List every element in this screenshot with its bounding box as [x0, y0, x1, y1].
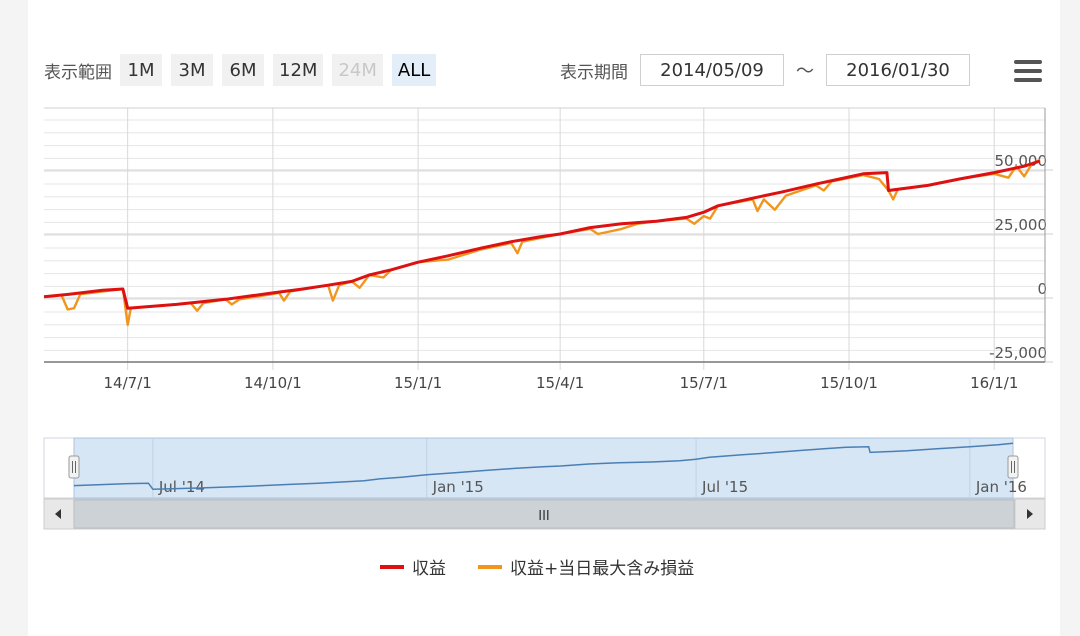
range-button-3m[interactable]: 3M — [171, 54, 213, 86]
navigator-tick-label: Jul '15 — [701, 478, 748, 496]
chevron-left-icon — [55, 509, 61, 519]
navigator-tick-label: Jul '14 — [158, 478, 205, 496]
x-tick-label: 14/10/1 — [244, 374, 302, 392]
y-tick-label: -25,000 — [989, 344, 1047, 362]
scrollbar-thumb[interactable] — [73, 499, 1015, 529]
range-button-12m[interactable]: 12M — [273, 54, 324, 86]
period-from-input[interactable]: 2014/05/09 — [640, 54, 784, 86]
x-tick-label: 15/1/1 — [394, 374, 442, 392]
navigator-tick-label: Jan '15 — [432, 478, 484, 496]
period-selector: 表示期間 2014/05/09 ～ 2016/01/30 — [560, 52, 970, 88]
navigator-selected-range[interactable] — [73, 437, 1014, 499]
series-line-profit-with-dd — [43, 158, 1041, 327]
scrollbar-left-button[interactable] — [43, 498, 75, 530]
chart-axes: 50,000 25,000 0 -25,000 14/7/1 14/10/1 15/1/1 1… — [44, 107, 1048, 392]
chart-grid — [44, 108, 1053, 370]
period-to-input[interactable]: 2016/01/30 — [826, 54, 970, 86]
x-tick-label: 15/10/1 — [820, 374, 878, 392]
range-selector-label: 表示範囲 — [44, 62, 112, 83]
range-button-1m[interactable]: 1M — [120, 54, 162, 86]
legend-item-profit[interactable]: 収益 — [380, 554, 446, 579]
range-selector: 表示範囲 1M 3M 6M 12M 24M ALL — [44, 52, 445, 88]
series-line-profit — [43, 159, 1041, 310]
navigator-right-handle[interactable] — [1007, 455, 1019, 479]
navigator-background — [43, 437, 1046, 499]
scrollbar-track[interactable] — [43, 498, 1046, 530]
legend-label-profit-with-dd: 収益+当日最大含み損益 — [510, 559, 695, 579]
y-tick-label: 25,000 — [995, 216, 1048, 234]
y-tick-label: 0 — [1037, 280, 1047, 298]
profit-chart: 50,000 25,000 0 -25,000 14/7/1 14/10/1 15/1/1 1… — [43, 107, 1053, 530]
period-separator: ～ — [796, 61, 814, 82]
x-tick-label: 14/7/1 — [104, 374, 152, 392]
period-label: 表示期間 — [560, 62, 628, 83]
chart-legend: 収益 収益+当日最大含み損益 — [380, 554, 726, 579]
page-right-margin — [1060, 0, 1080, 636]
chevron-right-icon — [1027, 509, 1033, 519]
navigator-left-handle[interactable] — [68, 455, 80, 479]
scrollbar-grip: III — [538, 509, 550, 524]
range-button-6m[interactable]: 6M — [222, 54, 264, 86]
chart-series — [43, 158, 1041, 327]
navigator-series-line — [73, 442, 1014, 490]
range-button-24m: 24M — [332, 54, 383, 86]
legend-swatch-profit-with-dd — [478, 564, 502, 569]
legend-swatch-profit — [380, 564, 404, 569]
x-tick-label: 15/7/1 — [680, 374, 728, 392]
navigator[interactable]: Jul '14 Jan '15 Jul '15 Jan '16 III — [43, 437, 1046, 530]
y-tick-label: 50,000 — [995, 152, 1048, 170]
page-left-margin — [0, 0, 28, 636]
x-tick-label: 15/4/1 — [536, 374, 584, 392]
legend-label-profit: 収益 — [412, 559, 446, 579]
navigator-tick-label: Jan '16 — [975, 478, 1027, 496]
range-button-all[interactable]: ALL — [391, 54, 437, 86]
scrollbar-right-button[interactable] — [1014, 498, 1046, 530]
plot-background — [44, 108, 1045, 362]
legend-item-profit-with-dd[interactable]: 収益+当日最大含み損益 — [478, 554, 694, 579]
hamburger-menu-icon[interactable] — [1014, 60, 1042, 82]
x-tick-label: 16/1/1 — [970, 374, 1018, 392]
